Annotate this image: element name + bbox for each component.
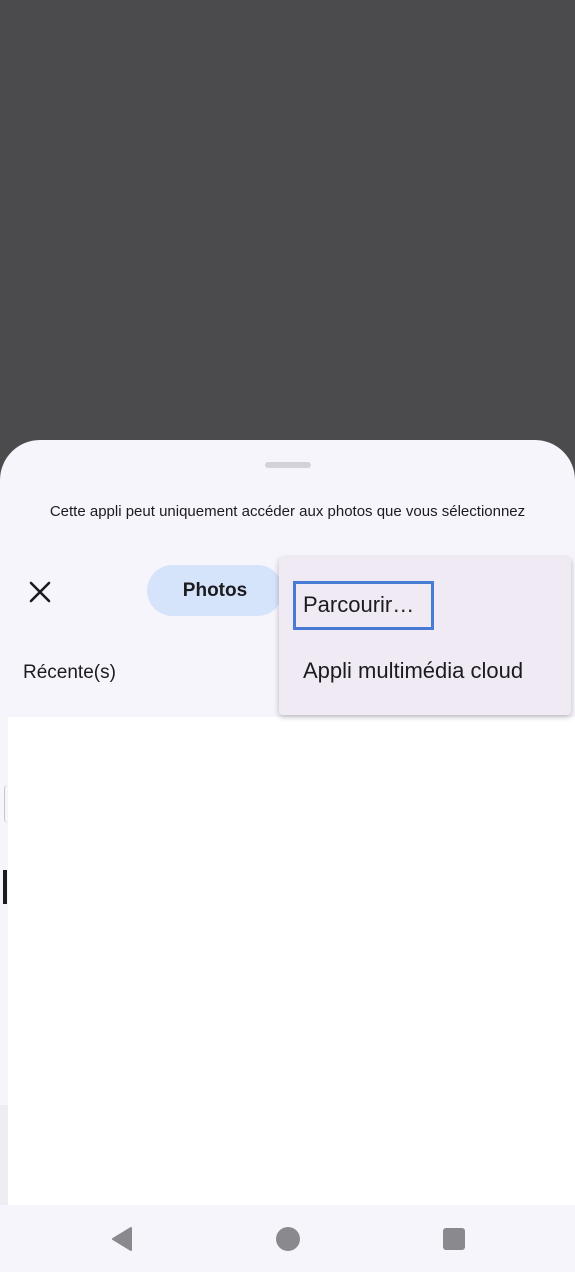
close-button[interactable] <box>22 574 58 610</box>
close-icon <box>29 581 51 603</box>
tab-photos[interactable]: Photos <box>147 565 283 616</box>
photo-grid-area <box>8 717 575 1205</box>
home-button[interactable] <box>258 1205 318 1272</box>
overflow-menu: Parcourir… Appli multimédia cloud <box>279 557 571 715</box>
recents-button[interactable] <box>424 1205 484 1272</box>
back-button[interactable] <box>92 1205 152 1272</box>
recents-icon <box>443 1227 465 1250</box>
background-scrim[interactable] <box>0 0 575 440</box>
back-icon <box>112 1226 132 1251</box>
menu-item-browse[interactable]: Parcourir… <box>279 575 571 635</box>
drag-handle[interactable] <box>265 462 311 468</box>
access-notice: Cette appli peut uniquement accéder aux … <box>49 503 526 520</box>
section-title-recent: Récente(s) <box>23 662 116 683</box>
partial-element <box>0 1105 8 1205</box>
menu-item-cloud-media-app[interactable]: Appli multimédia cloud <box>279 641 571 701</box>
home-icon <box>276 1226 300 1251</box>
partial-element <box>3 870 7 904</box>
navigation-bar <box>0 1205 575 1272</box>
